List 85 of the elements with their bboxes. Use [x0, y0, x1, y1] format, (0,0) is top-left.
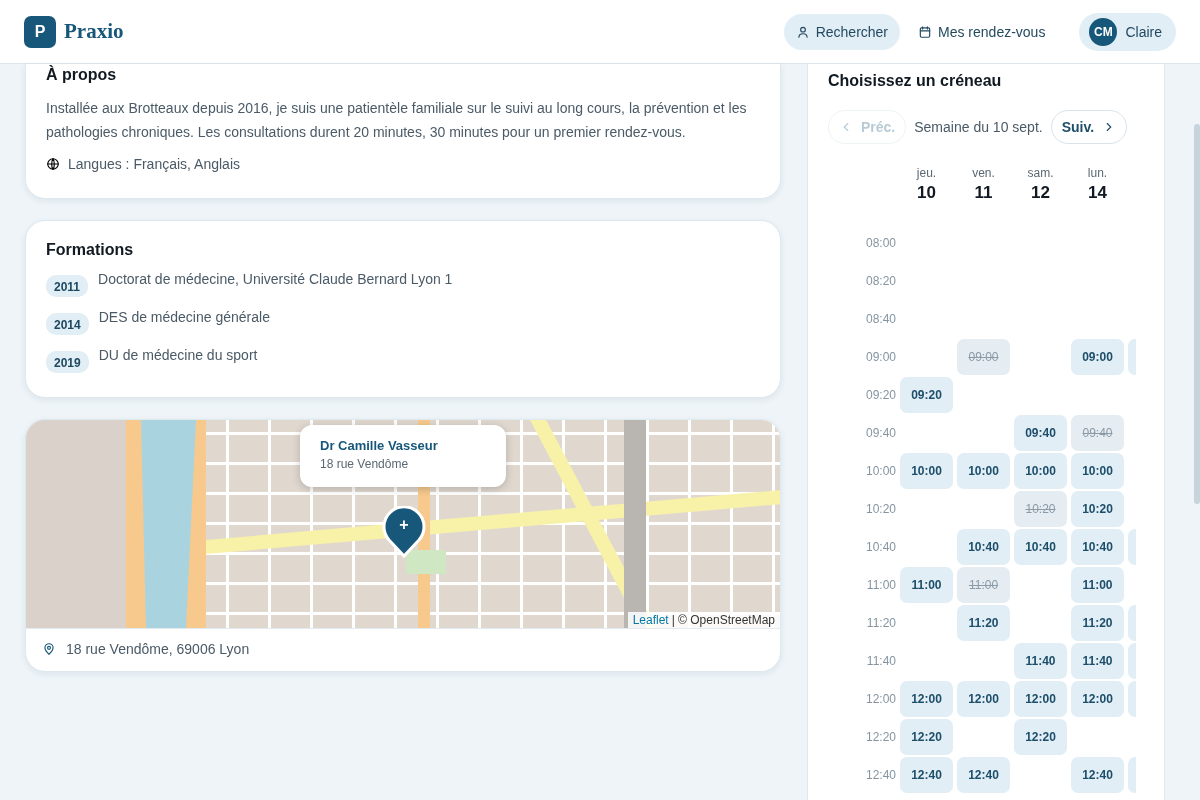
- panel-title: Choisissez un créneau: [828, 72, 1003, 90]
- day-number: 14: [1088, 183, 1107, 203]
- logo-icon: P: [24, 15, 56, 48]
- education-text: DU de médecine du sport: [98, 347, 258, 363]
- time-label: 09:00: [864, 350, 896, 364]
- time-slot[interactable]: 11:20: [1071, 605, 1124, 641]
- time-slot[interactable]: 12:00: [957, 681, 1010, 717]
- time-slot[interactable]: 11:00: [1071, 567, 1124, 603]
- location-pin-icon: [42, 642, 56, 656]
- time-slot[interactable]: 10:40: [1014, 529, 1067, 565]
- section-title: Formations: [46, 241, 135, 259]
- time-slot[interactable]: 12:00: [1071, 681, 1124, 717]
- weekday-label: sam.: [1027, 166, 1054, 180]
- time-label: 12:40: [864, 768, 896, 782]
- nav-link[interactable]: Rechercher: [783, 13, 901, 50]
- year-badge: 2014: [46, 313, 89, 335]
- time-slot[interactable]: 11:20: [957, 605, 1010, 641]
- section-title: À propos: [46, 66, 118, 84]
- year-badge: 2011: [46, 275, 89, 297]
- time-label: 12:20: [864, 730, 896, 744]
- time-slot[interactable]: [1128, 757, 1136, 793]
- time-slot[interactable]: 10:00: [957, 453, 1010, 489]
- time-slot[interactable]: 11:00: [900, 567, 953, 603]
- time-label: 09:40: [864, 426, 896, 440]
- time-slot[interactable]: [1128, 605, 1136, 641]
- address-text: 18 rue Vendôme, 69006 Lyon: [66, 641, 250, 657]
- time-slot[interactable]: 12:00: [900, 681, 953, 717]
- time-slot[interactable]: 12:40: [957, 757, 1010, 793]
- scrollbar[interactable]: [1194, 124, 1200, 504]
- time-label: 10:20: [864, 502, 896, 516]
- day-number: 11: [974, 183, 993, 203]
- leaflet-link[interactable]: Leaflet: [632, 613, 669, 627]
- time-label: 08:00: [864, 236, 896, 250]
- popup-title: Dr Camille Vasseur: [320, 438, 439, 453]
- calendar-icon: [918, 24, 933, 39]
- time-slot[interactable]: [1128, 643, 1136, 679]
- time-label: 12:00: [864, 692, 896, 706]
- time-label: 10:00: [864, 464, 896, 478]
- weekday-label: jeu.: [916, 166, 937, 180]
- time-slot[interactable]: 10:00: [1071, 453, 1124, 489]
- globe-icon: [46, 157, 60, 171]
- day-number: 10: [917, 183, 936, 203]
- time-label: 11:20: [865, 616, 896, 630]
- time-slot[interactable]: 12:40: [900, 757, 953, 793]
- time-label: 08:40: [864, 312, 896, 326]
- time-label: 11:00: [865, 578, 896, 592]
- map-marker[interactable]: +: [382, 506, 426, 558]
- next-week-button[interactable]: Suiv.: [1050, 110, 1128, 144]
- user-icon: [795, 24, 810, 39]
- time-slot[interactable]: 09:40: [1014, 415, 1067, 451]
- time-slot[interactable]: [1128, 529, 1136, 565]
- time-label: 09:20: [864, 388, 896, 402]
- weekday-label: lun.: [1087, 166, 1108, 180]
- time-slot[interactable]: 12:40: [1071, 757, 1124, 793]
- time-label: 08:20: [864, 274, 896, 288]
- week-label: Semaine du 10 sept.: [914, 119, 1043, 135]
- attribution-text: | © OpenStreetMap: [671, 613, 775, 627]
- about-text: Installée aux Brotteaux depuis 2016, je suis une patientèle familiale sur le suivi au long cours, la prévention et les pathologies chroniques. Les consultations durent 20 minutes, 30 minutes pour un premier rendez-vous.: [46, 99, 748, 142]
- time-slot[interactable]: 11:40: [1014, 643, 1067, 679]
- education-text: DES de médecine générale: [98, 309, 270, 325]
- education-text: Doctorat de médecine, Université Claude Bernard Lyon 1: [98, 271, 453, 287]
- time-label: 10:40: [864, 540, 896, 554]
- time-slot[interactable]: 12:00: [1014, 681, 1067, 717]
- time-label: 11:40: [865, 654, 896, 668]
- brand-name: Praxio: [64, 19, 124, 44]
- time-slot[interactable]: 10:20: [1071, 491, 1124, 527]
- avatar: CM: [1089, 17, 1118, 46]
- time-slot[interactable]: 10:00: [900, 453, 953, 489]
- day-number: 12: [1031, 183, 1050, 203]
- time-slot[interactable]: [1128, 339, 1136, 375]
- time-slot[interactable]: 10:40: [1071, 529, 1124, 565]
- time-slot[interactable]: 11:40: [1071, 643, 1124, 679]
- nav-link[interactable]: Mes rendez-vous: [906, 13, 1058, 50]
- time-slot[interactable]: [1128, 681, 1136, 717]
- time-slot[interactable]: 10:40: [957, 529, 1010, 565]
- user-menu-button[interactable]: CM Claire: [1079, 12, 1176, 51]
- time-slot[interactable]: 12:20: [1014, 719, 1067, 755]
- languages-text: Langues : Français, Anglais: [68, 156, 240, 172]
- time-slot[interactable]: 09:20: [900, 377, 953, 413]
- time-slot[interactable]: 10:00: [1014, 453, 1067, 489]
- year-badge: 2019: [46, 351, 89, 373]
- time-slot[interactable]: 12:20: [900, 719, 953, 755]
- weekday-label: ven.: [972, 166, 995, 180]
- popup-subtitle: 18 rue Vendôme: [320, 457, 410, 471]
- time-slot[interactable]: 09:00: [1071, 339, 1124, 375]
